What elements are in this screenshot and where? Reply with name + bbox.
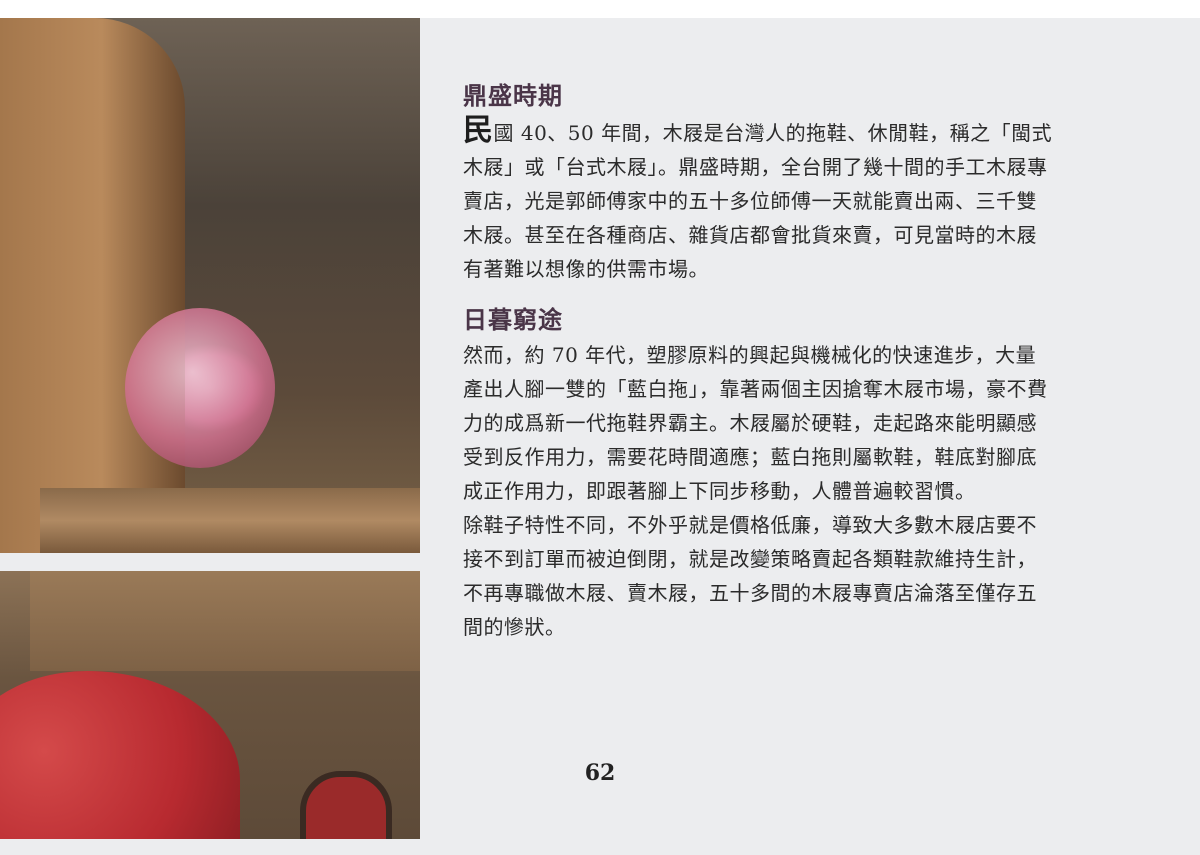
text-line: 力的成爲新一代拖鞋界霸主。木屐屬於硬鞋，走起路來能明顯感 <box>463 411 1037 435</box>
text-line: 不再專職做木屐、賣木屐，五十多間的木屐專賣店淪落至僅存五 <box>463 581 1037 605</box>
top-margin-band <box>0 0 1200 18</box>
text-line: 木屐」或「台式木屐」。鼎盛時期，全台開了幾十間的手工木屐專 <box>463 155 1048 179</box>
wooden-clog-photo-top <box>0 18 420 553</box>
section-heading-prime-era: 鼎盛時期 <box>463 81 563 110</box>
clog-sole-plank <box>30 571 420 671</box>
red-clog-strap <box>300 771 392 839</box>
drop-cap: 民 <box>463 113 494 148</box>
text-line: 受到反作用力，需要花時間適應；藍白拖則屬軟鞋，鞋底對腳底 <box>463 445 1037 469</box>
section-paragraph-decline: 然而，約 70 年代，塑膠原料的興起與機械化的快速進步，大量 產出人腳一雙的「藍… <box>463 338 1128 644</box>
section-heading-decline: 日暮窮途 <box>463 305 563 334</box>
text-line: 接不到訂單而被迫倒閉，就是改變策略賣起各類鞋款維持生計， <box>463 547 1037 571</box>
text-line: 有著難以想像的供需市場。 <box>463 257 709 281</box>
text-line: 國 40、50 年間，木屐是台灣人的拖鞋、休閒鞋，稱之「閩式 <box>493 121 1053 145</box>
article-text: 鼎盛時期 民國 40、50 年間，木屐是台灣人的拖鞋、休閒鞋，稱之「閩式 木屐」… <box>463 78 1128 644</box>
wood-block <box>40 488 420 553</box>
text-line: 成正作用力，即跟著腳上下同步移動，人體普遍較習慣。 <box>463 479 976 503</box>
clog-wood-edge <box>0 18 185 553</box>
text-line: 間的慘狀。 <box>463 615 566 639</box>
text-line: 除鞋子特性不同，不外乎就是價格低廉，導致大多數木屐店要不 <box>463 513 1037 537</box>
page-number: 62 <box>584 760 616 786</box>
text-line: 產出人腳一雙的「藍白拖」，靠著兩個主因搶奪木屐市場，豪不費 <box>463 377 1048 401</box>
wooden-clog-photo-bottom <box>0 571 420 839</box>
text-line: 賣店，光是郭師傅家中的五十多位師傅一天就能賣出兩、三千雙 <box>463 189 1037 213</box>
red-fabric-strap <box>0 671 240 839</box>
text-line: 然而，約 70 年代，塑膠原料的興起與機械化的快速進步，大量 <box>463 343 1037 367</box>
text-line: 木屐。甚至在各種商店、雜貨店都會批貨來賣，可見當時的木屐 <box>463 223 1037 247</box>
blurred-doll <box>125 308 275 468</box>
section-paragraph-prime-era: 民國 40、50 年間，木屐是台灣人的拖鞋、休閒鞋，稱之「閩式 木屐」或「台式木… <box>463 114 1128 286</box>
